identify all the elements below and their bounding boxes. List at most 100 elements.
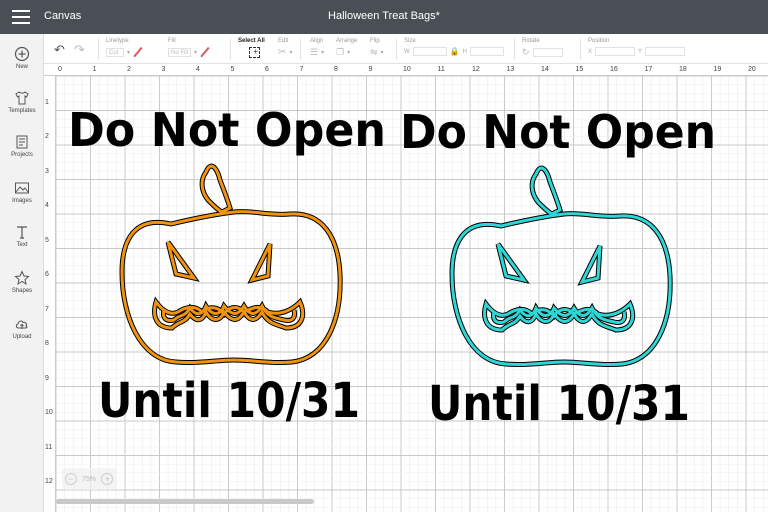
sidebar-item-label: Upload [12, 334, 32, 340]
ruler-tick-label: 11 [437, 66, 445, 73]
right-heading-text[interactable]: Do Not Open [400, 105, 716, 159]
position-control: Position X Y [588, 38, 686, 56]
toolbar-divider [300, 38, 301, 60]
y-label: Y [638, 48, 643, 55]
align-icon: ☰ [310, 47, 319, 57]
design-layer[interactable]: Do Not Open Do Not Open Until 10/31 Unti… [56, 76, 768, 512]
color-none-icon[interactable] [133, 47, 143, 57]
align-button[interactable]: Align ☰ ▾ [310, 38, 324, 58]
lock-icon[interactable]: 🔒 [450, 47, 460, 56]
ruler-tick-label: 20 [748, 66, 756, 73]
fill-label: Fill [168, 38, 176, 44]
chevron-down-icon: ▾ [289, 50, 293, 56]
position-label: Position [588, 38, 610, 44]
left-pumpkin-shape[interactable] [119, 163, 343, 366]
left-pumpkin-fill [122, 166, 340, 362]
ruler-tick-label: 2 [45, 133, 49, 140]
fill-control[interactable]: Fill No Fill ▾ [168, 38, 210, 57]
ruler-tick-label: 4 [196, 66, 200, 73]
width-label: W [404, 48, 410, 55]
height-field[interactable] [469, 47, 504, 56]
arrange-label: Arrange [336, 38, 358, 44]
flip-button[interactable]: Flip ⇋ ▾ [370, 38, 384, 58]
rotate-field[interactable] [532, 48, 563, 57]
zoom-out-button[interactable]: − [64, 473, 77, 485]
projects-icon [13, 134, 31, 150]
left-footer-text[interactable]: Until 10/31 [98, 373, 360, 429]
ruler-tick-label: 9 [45, 374, 49, 382]
arrange-icon: ❐ [336, 47, 345, 57]
sidebar-item-projects[interactable]: Projects [0, 134, 44, 158]
x-field[interactable] [595, 47, 636, 56]
ruler-tick-label: 14 [541, 66, 549, 73]
edit-button[interactable]: Edit ✂ ▾ [278, 38, 292, 58]
fill-select[interactable]: No Fill [168, 47, 192, 57]
document-title: Halloween Treat Bags* [328, 10, 440, 22]
toolbar-divider [580, 38, 581, 60]
ruler-tick-label: 4 [45, 202, 49, 209]
size-control: Size W 🔒 H [404, 38, 504, 56]
chevron-down-icon: ▾ [127, 49, 131, 56]
ruler-tick-label: 1 [45, 98, 49, 106]
image-icon [13, 180, 31, 196]
right-footer-text[interactable]: Until 10/31 [428, 376, 690, 432]
size-label: Size [404, 38, 416, 44]
toolbar-divider [396, 38, 397, 60]
sidebar-item-text[interactable]: Text [0, 224, 44, 248]
ruler-tick-label: 10 [403, 66, 411, 73]
left-heading-text[interactable]: Do Not Open [68, 103, 386, 157]
ruler-tick-label: 12 [45, 478, 53, 485]
sidebar-item-upload[interactable]: Upload [0, 316, 44, 340]
select-all-icon: + [249, 47, 261, 58]
horizontal-scrollbar[interactable] [56, 499, 314, 504]
right-pumpkin-fill [452, 168, 670, 364]
undo-icon[interactable]: ↶ [54, 42, 65, 58]
zoom-control: − 75% + [62, 468, 116, 490]
sidebar-item-label: Shapes [11, 288, 33, 294]
sidebar-item-images[interactable]: Images [0, 180, 44, 204]
ruler-tick-label: 12 [472, 66, 480, 73]
ruler-tick-label: 7 [299, 66, 304, 73]
ruler-tick-label: 8 [45, 340, 49, 347]
sidebar-item-shapes[interactable]: Shapes [0, 270, 44, 294]
chevron-down-icon: ▾ [380, 50, 384, 56]
ruler-tick-label: 7 [45, 305, 49, 313]
linetype-control[interactable]: Linetype Cut ▾ [106, 38, 143, 57]
ruler-tick-label: 17 [644, 66, 653, 73]
left-ruler: 1 2 3 4 5 6 7 8 9 10 11 12 [44, 76, 56, 512]
linetype-select[interactable]: Cut [106, 47, 124, 57]
arrange-button[interactable]: Arrange ❐ ▾ [336, 38, 357, 58]
ruler-tick-label: 5 [45, 236, 49, 244]
sidebar-item-templates[interactable]: Templates [0, 90, 44, 114]
select-all-button[interactable]: Select All + [238, 38, 265, 58]
title-bar: Canvas Halloween Treat Bags* [0, 0, 768, 34]
ruler-tick-label: 19 [713, 66, 722, 73]
height-label: H [462, 48, 467, 55]
right-pumpkin-shape[interactable] [452, 168, 670, 364]
ruler-tick-label: 6 [265, 66, 269, 73]
ruler-tick-label: 2 [127, 66, 131, 73]
ruler-tick-label: 16 [610, 66, 618, 73]
redo-icon[interactable]: ↷ [74, 42, 85, 58]
edit-toolbar: ↶ ↷ Linetype Cut ▾ Fill No Fill ▾ Select A… [44, 34, 768, 64]
x-label: X [588, 48, 593, 55]
ruler-tick-label: 1 [92, 66, 97, 73]
sidebar-item-label: Images [12, 198, 32, 204]
y-field[interactable] [645, 47, 686, 56]
ruler-tick-label: 0 [58, 66, 62, 73]
toolbar-divider [514, 38, 515, 60]
fill-none-icon[interactable] [200, 47, 210, 57]
sidebar-item-new[interactable]: New [0, 46, 44, 70]
width-field[interactable] [412, 47, 447, 56]
linetype-label: Linetype [106, 38, 129, 44]
edit-label: Edit [278, 38, 289, 44]
zoom-level: 75% [81, 475, 96, 483]
zoom-in-button[interactable]: + [101, 473, 114, 485]
text-icon [13, 224, 31, 240]
ruler-tick-label: 13 [506, 66, 515, 73]
shapes-icon [13, 270, 31, 286]
app-window: { "app": {"name": "Canvas", "document_ti… [0, 0, 768, 512]
rotate-icon: ↻ [522, 47, 530, 57]
ruler-tick-label: 8 [334, 66, 338, 73]
rotate-label: Rotate [522, 38, 540, 44]
